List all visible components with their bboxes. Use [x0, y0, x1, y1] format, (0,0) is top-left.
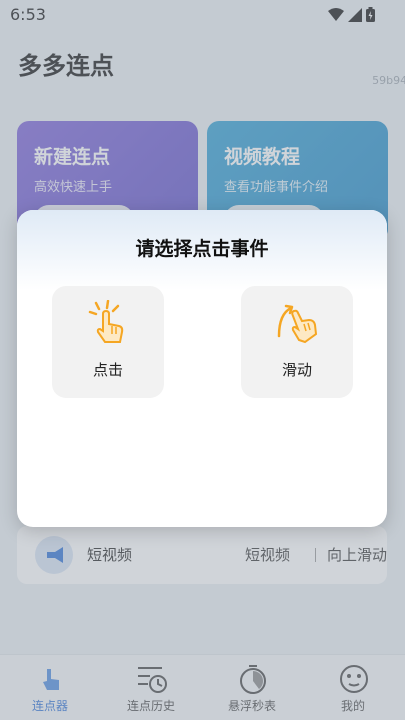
- option-label: 点击: [92, 361, 123, 379]
- option-label: 滑动: [281, 361, 312, 379]
- tap-option-button[interactable]: 点击: [52, 286, 164, 398]
- dialog-title: 请选择点击事件: [135, 238, 269, 260]
- event-select-dialog: 请选择点击事件 点击 滑动: [17, 210, 387, 527]
- swipe-hand-icon: [277, 304, 318, 344]
- swipe-option-button[interactable]: 滑动: [241, 286, 353, 398]
- tap-hand-icon: [88, 300, 124, 343]
